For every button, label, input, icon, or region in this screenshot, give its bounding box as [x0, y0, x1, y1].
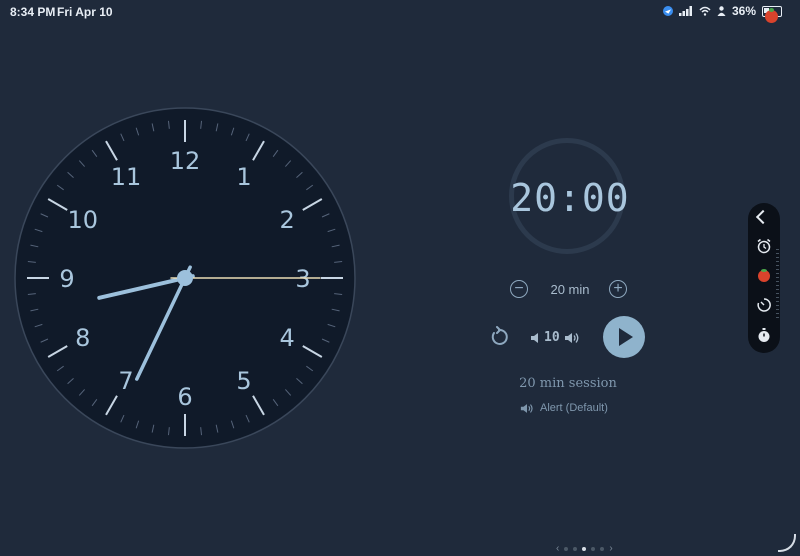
- clock-number: 1: [236, 163, 251, 191]
- clock-number: 4: [280, 324, 295, 352]
- volume-high-icon[interactable]: [564, 332, 580, 344]
- clock-number: 6: [177, 383, 192, 411]
- alarm-icon[interactable]: [756, 238, 772, 254]
- location-icon: [662, 6, 673, 16]
- page-dot[interactable]: [591, 546, 596, 551]
- status-date: Fri Apr 10: [57, 5, 113, 19]
- page-dot[interactable]: [564, 546, 569, 551]
- wifi-icon: [699, 6, 711, 16]
- page-dot-active[interactable]: [582, 546, 587, 551]
- tomato-icon: [765, 8, 778, 23]
- timer-icon[interactable]: [756, 297, 772, 313]
- battery-percent: 36%: [731, 4, 756, 18]
- clock-center-cap: [177, 270, 193, 286]
- clock-number: 10: [68, 206, 99, 234]
- tomato-icon[interactable]: [756, 267, 772, 283]
- page-indicator[interactable]: ‹ ›: [556, 543, 613, 554]
- clock-number: 8: [75, 324, 90, 352]
- page-dot[interactable]: [573, 546, 578, 551]
- session-label: 20 min session: [519, 376, 617, 391]
- decrease-duration-button[interactable]: −: [510, 280, 528, 298]
- timer-display: 20:00: [510, 176, 630, 220]
- clock-number: 3: [295, 265, 310, 293]
- play-icon: [619, 328, 633, 346]
- status-bar: 8:34 PM Fri Apr 10 36%: [0, 0, 800, 23]
- analog-clock: 121234567891011: [14, 107, 356, 449]
- volume-low-icon[interactable]: [530, 332, 540, 344]
- clock-number: 2: [280, 206, 295, 234]
- clock-number: 12: [170, 147, 201, 175]
- clock-number: 9: [59, 265, 74, 293]
- clock-number: 5: [236, 367, 251, 395]
- clock-number: 11: [111, 163, 142, 191]
- person-icon: [717, 6, 726, 16]
- volume-value: 10: [544, 330, 560, 345]
- resize-handle-icon[interactable]: [778, 534, 796, 552]
- clock-number: 7: [118, 367, 133, 395]
- signal-icon: [678, 6, 692, 16]
- speaker-icon: [520, 403, 533, 413]
- mode-side-panel: [748, 203, 780, 353]
- stopwatch-icon[interactable]: [756, 327, 772, 343]
- increase-duration-button[interactable]: +: [609, 280, 627, 298]
- status-time: 8:34 PM: [10, 5, 56, 19]
- collapse-chevron-icon[interactable]: [755, 209, 771, 225]
- minus-icon: −: [514, 280, 524, 297]
- alert-label: Alert (Default): [540, 402, 608, 414]
- chevron-right-icon[interactable]: ›: [609, 543, 612, 554]
- duration-label: 20 min: [550, 282, 590, 297]
- volume-control[interactable]: 10: [530, 330, 580, 345]
- chevron-left-icon[interactable]: ‹: [556, 543, 559, 554]
- alert-sound-selector[interactable]: Alert (Default): [520, 402, 608, 414]
- plus-icon: +: [613, 280, 623, 297]
- page-dot[interactable]: [600, 546, 605, 551]
- panel-scroll-ticks: [776, 249, 779, 319]
- reset-icon[interactable]: [488, 326, 510, 348]
- play-button[interactable]: [603, 316, 645, 358]
